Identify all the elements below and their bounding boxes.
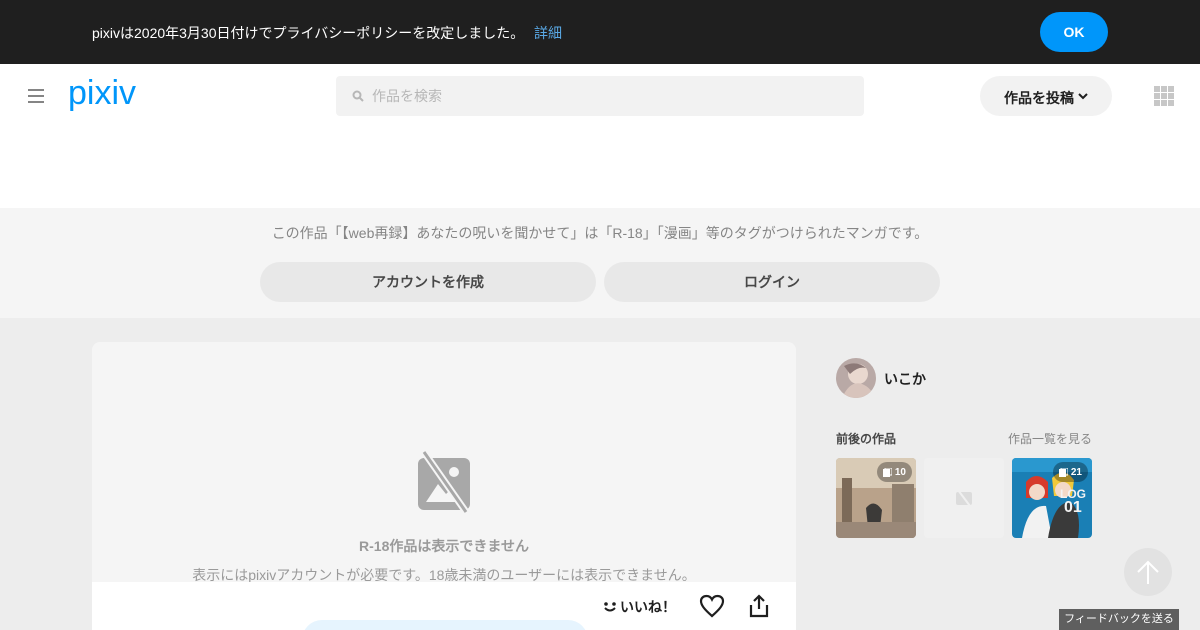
- smile-icon: [604, 602, 616, 612]
- hidden-image-icon: [418, 450, 470, 514]
- work-thumbnail[interactable]: 10: [836, 458, 916, 538]
- feedback-button[interactable]: フィードバックを送る: [1059, 609, 1179, 630]
- avatar[interactable]: [836, 358, 876, 398]
- search-input[interactable]: [372, 76, 852, 116]
- scroll-to-top-button[interactable]: [1124, 548, 1172, 596]
- search-icon: [352, 90, 364, 102]
- privacy-details-link[interactable]: 詳細: [534, 23, 562, 43]
- apps-grid-icon[interactable]: [1154, 86, 1174, 106]
- work-thumbnail[interactable]: 01 LOG 21: [1012, 458, 1092, 538]
- page-count: 10: [894, 466, 906, 478]
- like-label: いいね！: [620, 599, 676, 615]
- pixiv-logo[interactable]: pixiv: [66, 74, 154, 114]
- artwork-action-bar: いいね！: [92, 582, 796, 630]
- arrow-up-icon: [1137, 560, 1159, 584]
- site-header: pixiv 作品を投稿: [0, 64, 1200, 208]
- post-artwork-label: 作品を投稿: [1004, 90, 1074, 106]
- share-icon[interactable]: [748, 594, 770, 618]
- avatar-image: [836, 358, 876, 398]
- heart-icon[interactable]: [699, 594, 725, 618]
- post-artwork-button[interactable]: 作品を投稿: [980, 76, 1112, 116]
- create-account-button[interactable]: アカウントを作成: [260, 262, 596, 302]
- r18-login-prompt: この作品「【web再録】あなたの呪いを聞かせて」は「R-18」「漫画」等のタグが…: [0, 208, 1200, 318]
- privacy-notice-bar: pixivは2020年3月30日付けでプライバシーポリシーを改定しました。 詳細…: [0, 0, 1200, 64]
- pages-icon: [882, 467, 892, 477]
- login-button[interactable]: ログイン: [604, 262, 940, 302]
- page-count: 21: [1070, 466, 1082, 478]
- notice-ok-button[interactable]: OK: [1040, 12, 1108, 52]
- search-box: [336, 76, 864, 116]
- work-thumbnail-unavailable[interactable]: [924, 458, 1004, 538]
- chevron-down-icon: [1078, 93, 1088, 100]
- page-count-badge: 10: [876, 462, 912, 482]
- hamburger-menu-icon[interactable]: [28, 89, 44, 103]
- page-count-badge: 21: [1052, 462, 1088, 482]
- privacy-notice-text: pixivは2020年3月30日付けでプライバシーポリシーを改定しました。: [92, 25, 525, 41]
- like-button[interactable]: いいね！: [602, 596, 676, 618]
- svg-text:01: 01: [1064, 499, 1082, 516]
- author-name[interactable]: いこか: [884, 369, 926, 389]
- see-all-works-link[interactable]: 作品一覧を見る: [1008, 430, 1092, 447]
- r18-unavailable-title: R-18作品は表示できません: [359, 538, 529, 554]
- hidden-image-icon: [956, 489, 972, 507]
- pixiv-logo-text: pixiv: [68, 74, 136, 112]
- r18-tag-notice: この作品「【web再録】あなたの呪いを聞かせて」は「R-18」「漫画」等のタグが…: [271, 225, 929, 241]
- adjacent-works-title: 前後の作品: [836, 432, 897, 446]
- faded-button: [302, 620, 588, 630]
- pages-icon: [1058, 467, 1068, 477]
- svg-text:LOG: LOG: [1060, 487, 1086, 501]
